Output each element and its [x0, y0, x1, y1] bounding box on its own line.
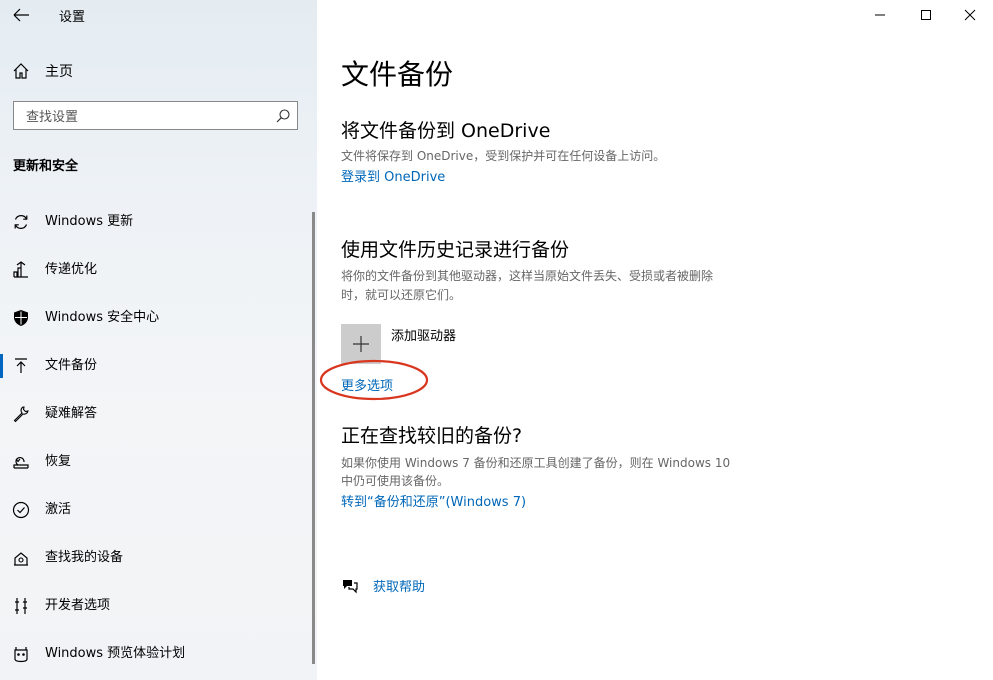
recovery-icon	[13, 456, 29, 469]
minimize-icon	[875, 14, 885, 16]
sidebar-item-delivery-optimization[interactable]: 传递优化	[0, 246, 317, 294]
app-title: 设置	[59, 10, 86, 25]
sidebar-item-windows-insider[interactable]: Windows 预览体验计划	[0, 630, 317, 678]
backup-arrow-icon	[15, 358, 27, 373]
onedrive-signin-link[interactable]: 登录到 OneDrive	[341, 166, 445, 185]
section-title: 更新和安全	[13, 159, 79, 174]
onedrive-description: 文件将保存到 OneDrive，受到保护并可在任何设备上访问。	[341, 149, 666, 163]
sidebar-item-file-backup[interactable]: 文件备份	[0, 342, 317, 390]
search-input[interactable]	[24, 107, 268, 127]
sidebar-item-label: Windows 预览体验计划	[45, 646, 186, 661]
shield-icon	[14, 310, 28, 326]
sidebar-item-developer-options[interactable]: 开发者选项	[0, 582, 317, 630]
get-help-link[interactable]: 获取帮助	[373, 576, 425, 595]
sidebar-item-label: 恢复	[45, 454, 72, 469]
minimize-button[interactable]	[857, 0, 903, 30]
check-circle-icon	[12, 501, 30, 519]
sidebar-item-label: 文件备份	[45, 358, 98, 373]
file-history-description-2: 时，就可以还原它们。	[341, 288, 462, 302]
older-backup-description-1: 如果你使用 Windows 7 备份和还原工具创建了备份，则在 Windows …	[341, 456, 731, 470]
home-nav[interactable]: 主页	[12, 60, 73, 82]
close-icon	[964, 9, 976, 21]
sidebar-item-label: 开发者选项	[45, 598, 111, 613]
get-help-row[interactable]: 获取帮助	[341, 576, 425, 595]
older-backup-heading: 正在查找较旧的备份?	[341, 425, 523, 447]
sidebar-item-troubleshoot[interactable]: 疑难解答	[0, 390, 317, 438]
sidebar-nav: Windows 更新 传递优化 Windows 安全中心 文件备份 疑难解答 恢…	[0, 198, 317, 678]
home-label: 主页	[45, 64, 73, 80]
developer-icon	[15, 598, 27, 614]
maximize-button[interactable]	[903, 0, 949, 30]
search-box[interactable]	[13, 101, 298, 130]
search-icon[interactable]	[275, 108, 291, 124]
sidebar-item-activation[interactable]: 激活	[0, 486, 317, 534]
sidebar-item-windows-update[interactable]: Windows 更新	[0, 198, 317, 246]
sidebar-item-label: Windows 更新	[45, 214, 134, 229]
sidebar-item-label: 疑难解答	[45, 406, 98, 421]
close-button[interactable]	[947, 0, 993, 30]
maximize-icon	[921, 10, 931, 20]
onedrive-heading: 将文件备份到 OneDrive	[341, 120, 551, 142]
find-device-icon	[14, 552, 28, 566]
backup-restore-link[interactable]: 转到“备份和还原”(Windows 7)	[341, 491, 526, 510]
sidebar-item-label: 激活	[45, 502, 72, 517]
sidebar: 设置 主页 更新和安全 Windows 更新 传递优化	[0, 0, 317, 680]
sidebar-scrollbar[interactable]	[312, 212, 315, 664]
file-history-heading: 使用文件历史记录进行备份	[341, 239, 570, 261]
sidebar-item-label: 传递优化	[45, 262, 98, 277]
sidebar-item-label: Windows 安全中心	[45, 310, 160, 325]
page-title: 文件备份	[341, 58, 454, 91]
insider-icon	[14, 647, 28, 663]
wrench-icon	[13, 406, 29, 423]
sidebar-item-windows-security[interactable]: Windows 安全中心	[0, 294, 317, 342]
home-icon	[13, 63, 29, 79]
delivery-optimization-icon	[13, 261, 28, 278]
sidebar-item-find-my-device[interactable]: 查找我的设备	[0, 534, 317, 582]
sidebar-item-recovery[interactable]: 恢复	[0, 438, 317, 486]
annotation-ellipse	[319, 359, 429, 401]
help-chat-icon	[343, 579, 358, 593]
older-backup-description-2: 中仍可使用该备份。	[341, 474, 450, 488]
back-button[interactable]	[10, 4, 34, 26]
add-drive-label[interactable]: 添加驱动器	[391, 325, 456, 344]
back-arrow-icon	[13, 8, 29, 22]
sidebar-item-label: 查找我的设备	[45, 550, 124, 565]
sync-icon	[14, 215, 28, 229]
file-history-description-1: 将你的文件备份到其他驱动器，这样当原始文件丢失、受损或者被删除	[341, 269, 714, 283]
